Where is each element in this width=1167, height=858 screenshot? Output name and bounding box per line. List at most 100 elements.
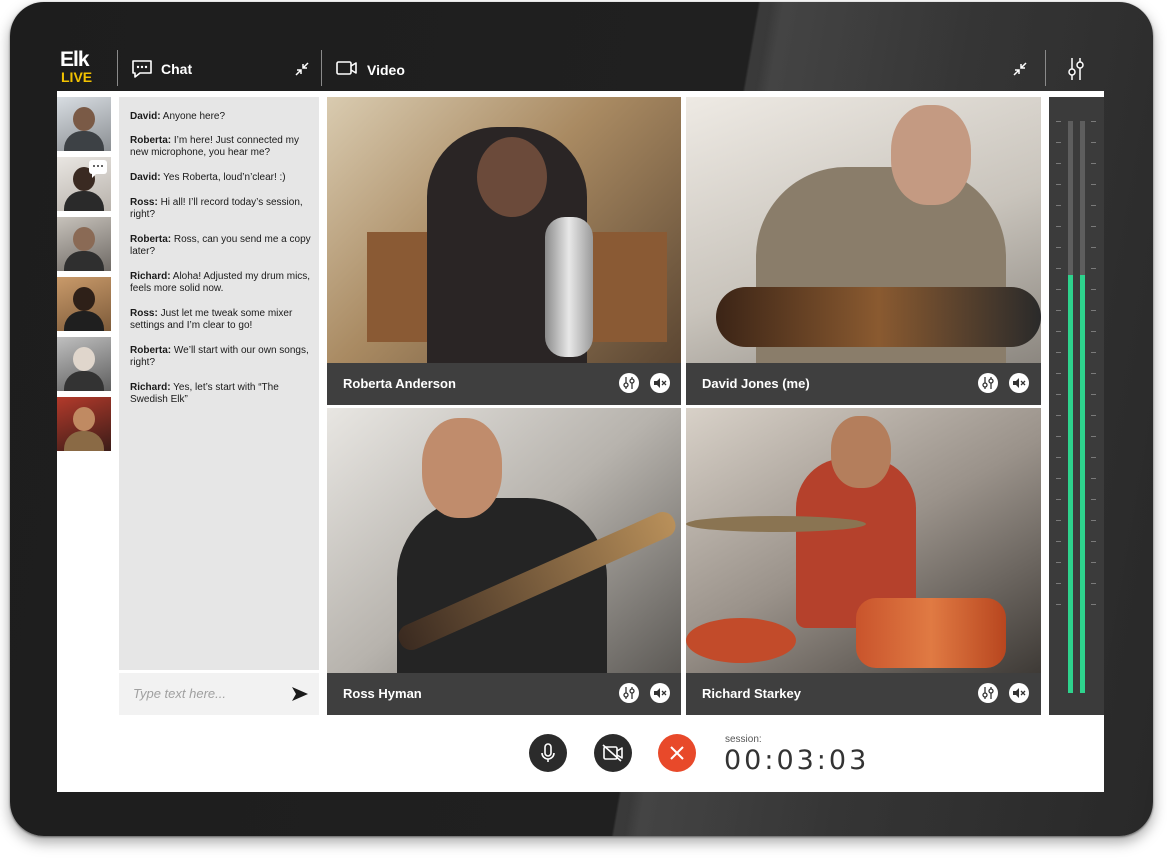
avatar[interactable]	[57, 397, 111, 451]
meter-tick	[1091, 310, 1096, 311]
meter-tick	[1091, 226, 1096, 227]
meter-tick	[1091, 205, 1096, 206]
logo-live-text: LIVE	[61, 69, 93, 85]
mixer-sliders-icon[interactable]	[619, 683, 639, 703]
meter-tick	[1056, 331, 1061, 332]
end-session-button[interactable]	[658, 734, 696, 772]
chat-message: David: Anyone here?	[130, 111, 226, 122]
participant-name: Roberta Anderson	[343, 376, 456, 391]
camera-toggle-button[interactable]	[594, 734, 632, 772]
meter-tick	[1091, 583, 1096, 584]
avatar[interactable]	[57, 277, 111, 331]
meter-tick	[1056, 415, 1061, 416]
meter-tick	[1091, 121, 1096, 122]
mixer-sliders-icon[interactable]	[978, 683, 998, 703]
meter-tick	[1056, 499, 1061, 500]
participant-name: Ross Hyman	[343, 686, 422, 701]
meter-tick	[1091, 184, 1096, 185]
video-camera-icon[interactable]	[336, 60, 358, 81]
meter-tick	[1056, 310, 1061, 311]
tile-footer: Ross Hyman	[327, 673, 681, 715]
mixer-sliders-icon[interactable]	[619, 373, 639, 393]
meter-track-left	[1068, 121, 1073, 693]
header-divider	[1045, 50, 1046, 86]
meter-tick	[1091, 163, 1096, 164]
meter-tick	[1091, 562, 1096, 563]
chat-input-placeholder[interactable]: Type text here...	[133, 686, 226, 701]
meter-fill-right	[1080, 275, 1085, 693]
chat-badge-icon	[89, 160, 107, 178]
meter-tick	[1091, 268, 1096, 269]
meter-tick	[1091, 436, 1096, 437]
meter-tick	[1091, 478, 1096, 479]
microphone-icon	[541, 743, 555, 762]
avatar[interactable]	[57, 337, 111, 391]
meter-tick	[1056, 520, 1061, 521]
meter-tick	[1091, 604, 1096, 605]
meter-tick	[1056, 604, 1061, 605]
video-feed	[686, 408, 1041, 673]
video-tab-label[interactable]: Video	[367, 62, 405, 78]
video-feed	[686, 97, 1041, 363]
meter-tick	[1091, 520, 1096, 521]
meter-tick	[1056, 394, 1061, 395]
meter-tick	[1056, 436, 1061, 437]
speaker-mute-icon[interactable]	[1009, 683, 1029, 703]
meter-tick	[1056, 478, 1061, 479]
meter-tick	[1056, 289, 1061, 290]
meter-tick	[1091, 457, 1096, 458]
tile-footer: Richard Starkey	[686, 673, 1041, 715]
meter-tick	[1056, 541, 1061, 542]
send-arrow-icon[interactable]	[291, 686, 309, 707]
meter-tick	[1056, 163, 1061, 164]
logo-elk-text: Elk	[60, 48, 90, 71]
collapse-video-icon[interactable]	[1012, 61, 1028, 82]
camera-off-icon	[602, 744, 623, 762]
avatar[interactable]	[57, 217, 111, 271]
meter-tick	[1056, 352, 1061, 353]
meter-tick	[1056, 268, 1061, 269]
meter-tick	[1056, 583, 1061, 584]
chat-message: Richard: Aloha! Adjusted my drum mics, f…	[130, 271, 311, 294]
chat-bubble-icon[interactable]	[131, 59, 153, 84]
meter-tick	[1091, 142, 1096, 143]
meter-tick	[1056, 121, 1061, 122]
video-tile[interactable]: David Jones (me)	[686, 97, 1041, 405]
elk-live-logo: Elk LIVE	[60, 48, 100, 86]
chat-tab-label[interactable]: Chat	[161, 61, 192, 77]
meter-tick	[1091, 331, 1096, 332]
meter-tick	[1056, 373, 1061, 374]
video-tile[interactable]: Ross Hyman	[327, 408, 681, 715]
tile-footer: David Jones (me)	[686, 363, 1041, 405]
session-label: session:	[725, 734, 762, 745]
meter-tick	[1056, 142, 1061, 143]
chat-input[interactable]: Type text here...	[119, 673, 319, 715]
session-timer: 00:03:03	[724, 745, 870, 776]
avatar[interactable]	[57, 157, 111, 211]
speaker-mute-icon[interactable]	[650, 373, 670, 393]
header-divider	[117, 50, 118, 86]
mixer-sliders-icon[interactable]	[978, 373, 998, 393]
speaker-mute-icon[interactable]	[1009, 373, 1029, 393]
video-tile[interactable]: Roberta Anderson	[327, 97, 681, 405]
audio-level-meter	[1049, 97, 1104, 715]
microphone-button[interactable]	[529, 734, 567, 772]
meter-tick	[1056, 184, 1061, 185]
meter-tick	[1056, 226, 1061, 227]
meter-fill-left	[1068, 275, 1073, 693]
meter-tick	[1056, 205, 1061, 206]
meter-tick	[1056, 457, 1061, 458]
speaker-mute-icon[interactable]	[650, 683, 670, 703]
video-feed	[327, 97, 681, 363]
chat-message: Roberta: We’ll start with our own songs,…	[130, 345, 309, 368]
chat-panel: David: Anyone here? Roberta: I’m here! J…	[119, 97, 319, 670]
meter-tick	[1091, 289, 1096, 290]
video-tile[interactable]: Richard Starkey	[686, 408, 1041, 715]
chat-message: Richard: Yes, let’s start with “The Swed…	[130, 382, 279, 405]
avatar[interactable]	[57, 97, 111, 151]
chat-message: Roberta: Ross, can you send me a copy la…	[130, 234, 311, 257]
collapse-chat-icon[interactable]	[294, 61, 310, 82]
video-feed	[327, 408, 681, 673]
meter-tick	[1091, 499, 1096, 500]
mixer-sliders-icon[interactable]	[1066, 57, 1086, 86]
